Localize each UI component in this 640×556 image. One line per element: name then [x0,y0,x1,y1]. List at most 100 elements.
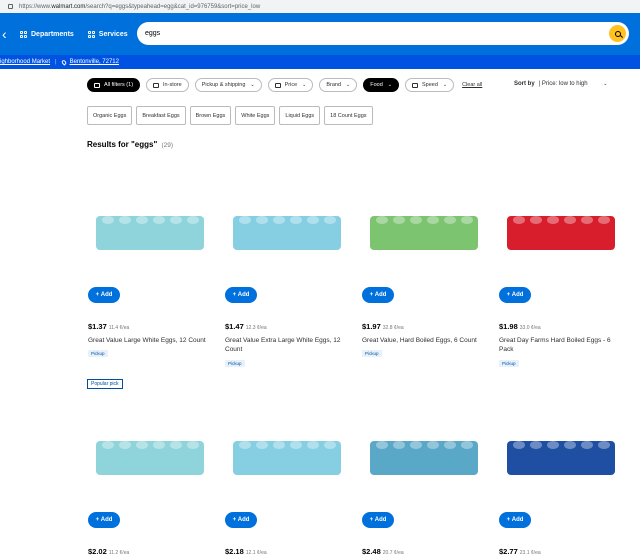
product-name[interactable]: Great Day Farms Hard Boiled Eggs - 6 Pac… [499,336,621,354]
results-count: (29) [161,142,174,149]
product-price: $1.37 11.4 ¢/ea [88,322,129,331]
add-label: Add [100,517,113,523]
product-card[interactable] [362,395,490,500]
price-value: $2.48 [362,547,381,556]
product-image[interactable] [362,170,482,275]
add-label: Add [374,517,387,523]
filter-label: In-store [163,82,182,88]
add-label: Add [237,292,250,298]
chevron-down-icon: ⌄ [250,82,255,88]
product-card[interactable] [88,170,216,275]
pickup-badge: Pickup [362,350,382,357]
search-input[interactable]: eggs [137,22,629,45]
departments-button[interactable]: Departments [20,30,74,38]
category-chip[interactable]: Liquid Eggs [279,106,321,125]
product-image[interactable] [88,395,208,500]
product-price: $2.02 11.2 ¢/ea [88,547,129,556]
add-to-cart-button[interactable]: + Add [225,287,257,303]
filter-bar: All filters (1) In-store Pickup & shipping… [87,78,482,92]
price-value: $2.18 [225,547,244,556]
chevron-down-icon: ⌄ [442,82,448,88]
add-to-cart-button[interactable]: + Add [362,512,394,528]
filter-pill[interactable]: Pickup & shipping ⌄ [194,78,262,92]
add-label: Add [511,517,524,523]
chevron-down-icon: ⌄ [603,81,608,87]
pickup-badge: Pickup [88,350,108,357]
clear-all-link[interactable]: Clear all [462,82,482,88]
category-chip[interactable]: 18 Count Eggs [324,106,373,125]
price-value: $1.37 [88,322,107,331]
filter-pill[interactable]: In-store [146,78,189,92]
filter-pill[interactable]: Price ⌄ [267,78,314,92]
category-chip[interactable]: White Eggs [235,106,276,125]
add-label: Add [374,292,387,298]
filter-label: Pickup & shipping [201,82,246,88]
services-label: Services [98,30,128,38]
filter-pill[interactable]: Brand ⌄ [319,78,358,92]
product-name[interactable]: Great Value Large White Eggs, 12 Count [88,336,210,345]
category-chip[interactable]: Organic Eggs [87,106,133,125]
chevron-down-icon: ⌄ [302,82,307,88]
product-name[interactable]: Great Value, Hard Boiled Eggs, 6 Count [362,336,484,345]
browser-address-bar[interactable]: https://www.walmart.com/search?q=eggs&ty… [0,0,640,13]
category-chip[interactable]: Brown Eggs [189,106,232,125]
product-price: $1.47 12.3 ¢/ea [225,322,267,331]
filter-pill[interactable]: Speed ⌄ [405,78,455,92]
price-value: $2.77 [499,547,518,556]
sort-dropdown[interactable]: Sort by | Price: low to high ⌄ [514,81,607,87]
add-to-cart-button[interactable]: + Add [499,287,531,303]
site-header: ‹ Departments Services eggs [0,13,640,55]
departments-label: Departments [31,30,74,38]
product-name[interactable]: Great Value Extra Large White Eggs, 12 C… [225,336,347,354]
pickup-badge: Pickup [499,360,519,367]
product-image[interactable] [362,395,482,500]
add-label: Add [237,517,250,523]
store-bar: ighborhood Market | Bentonville, 72712 [0,55,640,69]
add-to-cart-button[interactable]: + Add [88,287,120,303]
category-chip[interactable]: Breakfast Eggs [136,106,186,125]
chevron-down-icon: ⌄ [387,82,392,88]
product-card[interactable] [225,395,353,500]
add-to-cart-button[interactable]: + Add [362,287,394,303]
add-to-cart-button[interactable]: + Add [225,512,257,528]
product-price: $2.77 23.1 ¢/ea [499,547,541,556]
location-link[interactable]: Bentonville, 72712 [70,59,119,65]
product-image[interactable] [499,395,619,500]
product-card[interactable] [88,395,216,500]
location-pin-icon [60,58,67,66]
search-button[interactable] [609,25,626,42]
filter-pill[interactable]: Food ⌄ [363,78,399,92]
product-image[interactable] [499,170,619,275]
price-value: $1.47 [225,322,244,331]
unit-price: 12.3 ¢/ea [245,325,267,331]
product-card[interactable] [362,170,490,275]
filter-label: Brand [326,82,342,88]
grid-icon [20,30,27,38]
filter-pill[interactable]: All filters (1) [87,78,141,92]
chevron-left-icon[interactable]: ‹ [2,26,12,42]
product-price: $1.98 33.0 ¢/ea [499,322,541,331]
chevron-down-icon: ⌄ [346,82,351,88]
search-icon [614,30,621,37]
lock-icon [8,4,13,9]
divider: | [55,59,57,65]
category-chips: Organic Eggs Breakfast Eggs Brown Eggs Whit… [87,106,377,125]
filter-label: All filters (1) [104,82,134,88]
add-label: Add [511,292,524,298]
product-card[interactable] [499,170,627,275]
price-value: $2.02 [88,547,107,556]
store-link[interactable]: ighborhood Market [0,59,50,65]
product-price: $2.18 12.1 ¢/ea [225,547,267,556]
filter-label: Food [370,82,383,88]
product-image[interactable] [225,395,345,500]
product-card[interactable] [499,395,627,500]
services-button[interactable]: Services [87,30,128,38]
product-card[interactable] [225,170,353,275]
store-icon [153,82,160,88]
product-image[interactable] [88,170,208,275]
sort-value: Price: low to high [541,81,588,87]
product-image[interactable] [225,170,345,275]
add-label: Add [100,292,113,298]
add-to-cart-button[interactable]: + Add [88,512,120,528]
add-to-cart-button[interactable]: + Add [499,512,531,528]
